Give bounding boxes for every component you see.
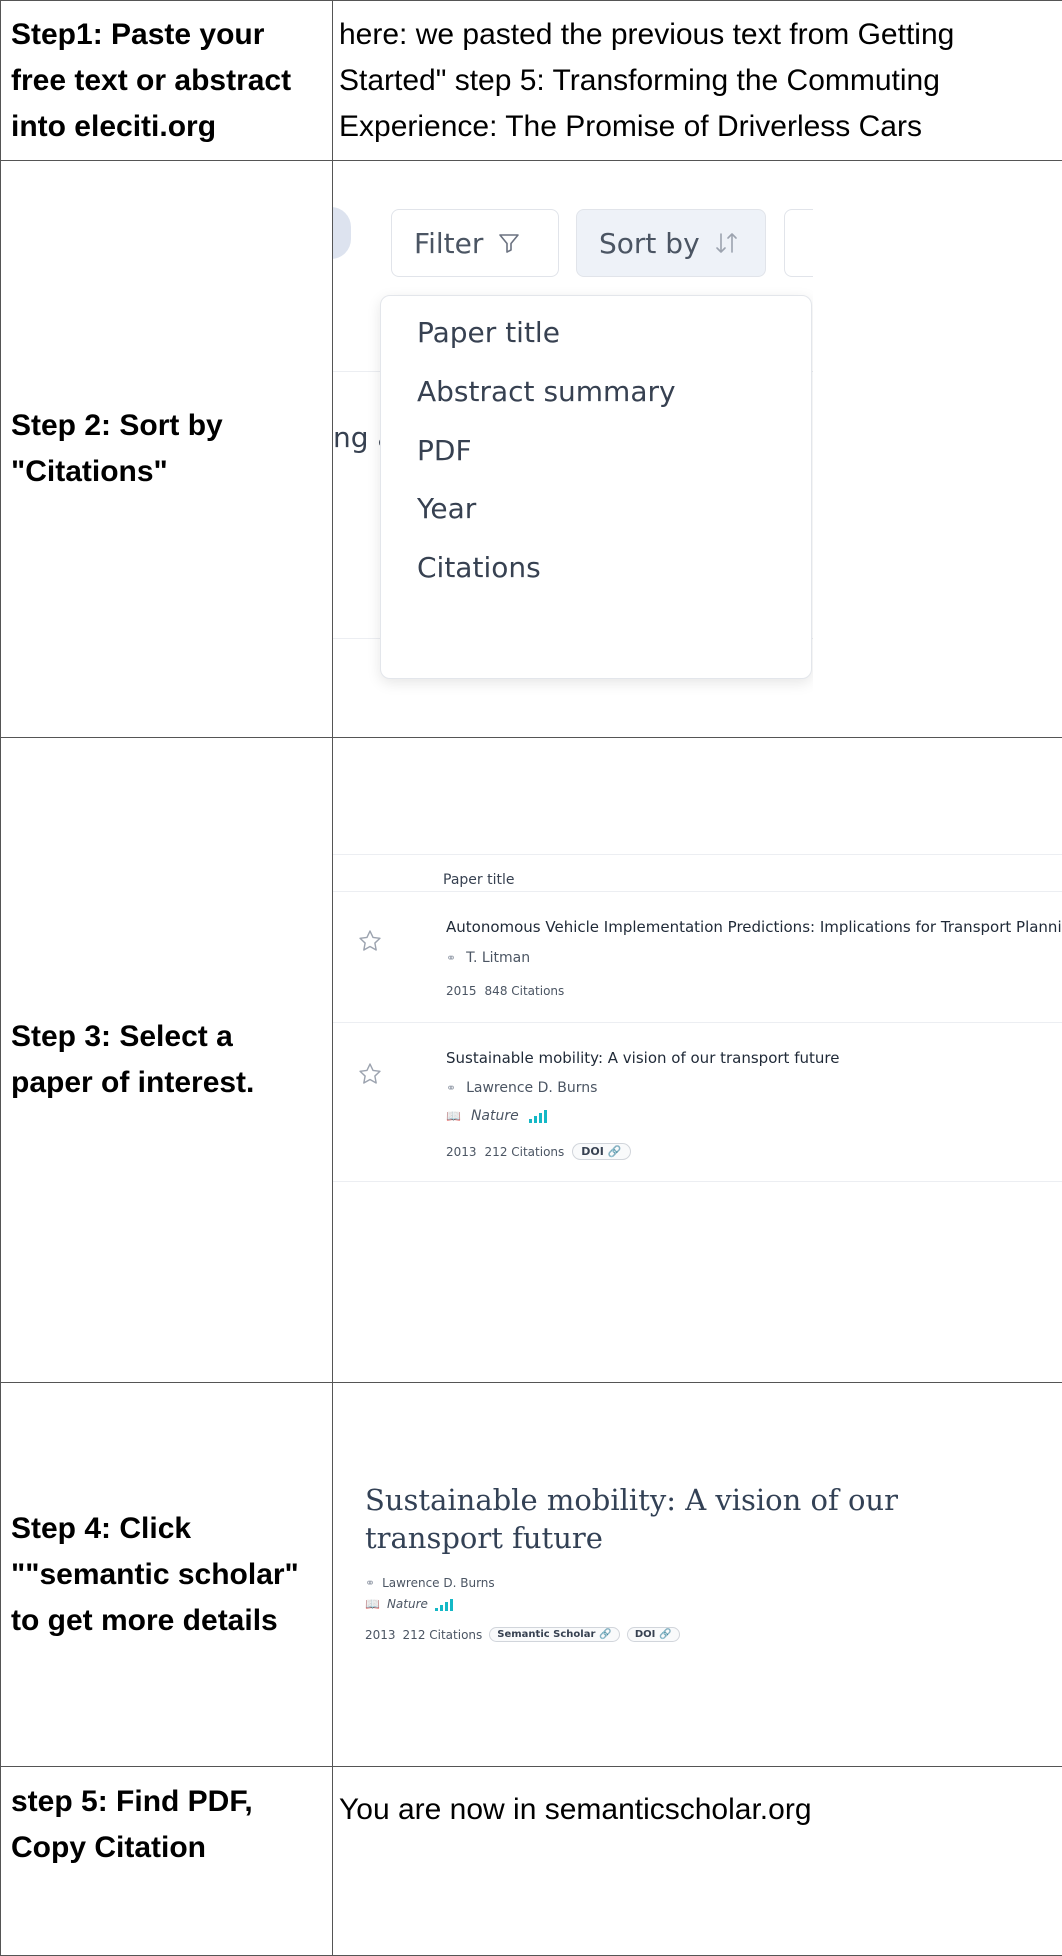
step-4-screenshot: Sustainable mobility: A vision of our tr… bbox=[333, 1383, 1062, 1767]
paper-stats: 2013 212 Citations DOI 🔗 bbox=[446, 1143, 631, 1160]
paper-authors: ⚭ Lawrence D. Burns bbox=[446, 1080, 597, 1096]
divider bbox=[333, 854, 1062, 855]
link-icon: 🔗 bbox=[659, 1629, 671, 1640]
menu-item-year[interactable]: Year bbox=[417, 492, 476, 525]
paper-citations: 212 Citations bbox=[485, 1145, 565, 1159]
step-5-label: step 5: Find PDF, Copy Citation bbox=[1, 1767, 333, 1956]
paper-detail-title: Sustainable mobility: A vision of our tr… bbox=[365, 1481, 1045, 1557]
doi-tag[interactable]: DOI 🔗 bbox=[572, 1143, 630, 1160]
paper-title-link[interactable]: Autonomous Vehicle Implementation Predic… bbox=[446, 918, 1062, 936]
paper-title-link[interactable]: Sustainable mobility: A vision of our tr… bbox=[446, 1049, 839, 1067]
steps-table: Step1: Paste your free text or abstract … bbox=[0, 0, 1062, 1956]
paper-detail-screenshot: Sustainable mobility: A vision of our tr… bbox=[333, 1383, 1062, 1767]
divider bbox=[333, 1022, 1062, 1023]
step-4-label: Step 4: Click ""semantic scholar" to get… bbox=[1, 1383, 333, 1767]
paper-year: 2015 bbox=[446, 984, 477, 998]
search-pill-edge[interactable] bbox=[333, 207, 351, 259]
signal-bars-icon bbox=[435, 1597, 453, 1611]
paper-year: 2013 bbox=[446, 1145, 477, 1159]
step-row-3: Step 3: Select a paper of interest. Pape… bbox=[1, 738, 1062, 1383]
column-header-paper-title[interactable]: Paper title bbox=[443, 872, 514, 888]
step-row-2: Step 2: Sort by "Citations" Filter Sort … bbox=[1, 161, 1062, 738]
signal-bars-icon bbox=[529, 1109, 547, 1123]
menu-item-citations[interactable]: Citations bbox=[417, 551, 541, 584]
doi-label: DOI bbox=[581, 1145, 604, 1158]
paper-citations: 212 Citations bbox=[403, 1628, 483, 1642]
step-5-content: You are now in semanticscholar.org bbox=[333, 1767, 1062, 1956]
step-3-label: Step 3: Select a paper of interest. bbox=[1, 738, 333, 1383]
divider bbox=[333, 891, 1062, 892]
sort-icon bbox=[714, 231, 740, 255]
results-list-screenshot: Paper title Autonomous Vehicle Implement… bbox=[333, 738, 1062, 1383]
sort-by-button[interactable]: Sort by bbox=[576, 209, 766, 277]
step-2-screenshot: Filter Sort by ng a and Paper title Abst… bbox=[333, 161, 1062, 738]
step-1-label: Step1: Paste your free text or abstract … bbox=[1, 1, 333, 161]
step-row-4: Step 4: Click ""semantic scholar" to get… bbox=[1, 1383, 1062, 1767]
paper-detail-stats: 2013 212 Citations Semantic Scholar 🔗 DO… bbox=[365, 1627, 680, 1642]
menu-item-abstract-summary[interactable]: Abstract summary bbox=[417, 375, 676, 408]
paper-venue: 📖 Nature bbox=[446, 1108, 547, 1124]
book-icon: 📖 bbox=[446, 1109, 461, 1123]
step-1-content: here: we pasted the previous text from G… bbox=[333, 1, 1062, 161]
menu-item-pdf[interactable]: PDF bbox=[417, 434, 472, 467]
paper-detail-authors: ⚭ Lawrence D. Burns bbox=[365, 1576, 495, 1590]
author-name[interactable]: Lawrence D. Burns bbox=[466, 1080, 597, 1096]
paper-citations: 848 Citations bbox=[485, 984, 565, 998]
paper-detail-venue: 📖 Nature bbox=[365, 1597, 453, 1611]
step-row-1: Step1: Paste your free text or abstract … bbox=[1, 1, 1062, 161]
menu-item-paper-title[interactable]: Paper title bbox=[417, 316, 560, 349]
sort-menu-screenshot: Filter Sort by ng a and Paper title Abst… bbox=[333, 161, 813, 738]
step-row-5: step 5: Find PDF, Copy Citation You are … bbox=[1, 1767, 1062, 1956]
sort-dropdown-menu: Paper title Abstract summary PDF Year Ci… bbox=[380, 295, 812, 679]
semantic-scholar-link[interactable]: Semantic Scholar 🔗 bbox=[489, 1627, 620, 1642]
star-icon[interactable] bbox=[357, 1061, 383, 1087]
paper-authors: ⚭ T. Litman bbox=[446, 950, 530, 966]
filter-button[interactable]: Filter bbox=[391, 209, 559, 277]
doi-tag[interactable]: DOI 🔗 bbox=[627, 1627, 680, 1642]
link-icon: 🔗 bbox=[599, 1629, 611, 1640]
venue-name: Nature bbox=[387, 1597, 428, 1611]
doi-label: DOI bbox=[635, 1629, 656, 1640]
star-icon[interactable] bbox=[357, 928, 383, 954]
paper-year: 2013 bbox=[365, 1628, 396, 1642]
divider bbox=[333, 1181, 1062, 1182]
more-button[interactable] bbox=[784, 209, 813, 277]
step-3-screenshot: Paper title Autonomous Vehicle Implement… bbox=[333, 738, 1062, 1383]
authors-icon: ⚭ bbox=[446, 1081, 456, 1095]
author-name[interactable]: T. Litman bbox=[466, 950, 530, 966]
link-icon: 🔗 bbox=[608, 1145, 622, 1158]
paper-stats: 2015 848 Citations bbox=[446, 984, 564, 998]
book-icon: 📖 bbox=[365, 1597, 380, 1611]
sort-by-button-label: Sort by bbox=[599, 227, 700, 260]
filter-button-label: Filter bbox=[414, 227, 483, 260]
filter-icon bbox=[497, 231, 521, 255]
semantic-scholar-label: Semantic Scholar bbox=[497, 1629, 595, 1640]
step-2-label: Step 2: Sort by "Citations" bbox=[1, 161, 333, 738]
venue-name: Nature bbox=[471, 1108, 519, 1124]
authors-icon: ⚭ bbox=[365, 1576, 375, 1590]
authors-icon: ⚭ bbox=[446, 951, 456, 965]
author-name[interactable]: Lawrence D. Burns bbox=[382, 1576, 495, 1590]
